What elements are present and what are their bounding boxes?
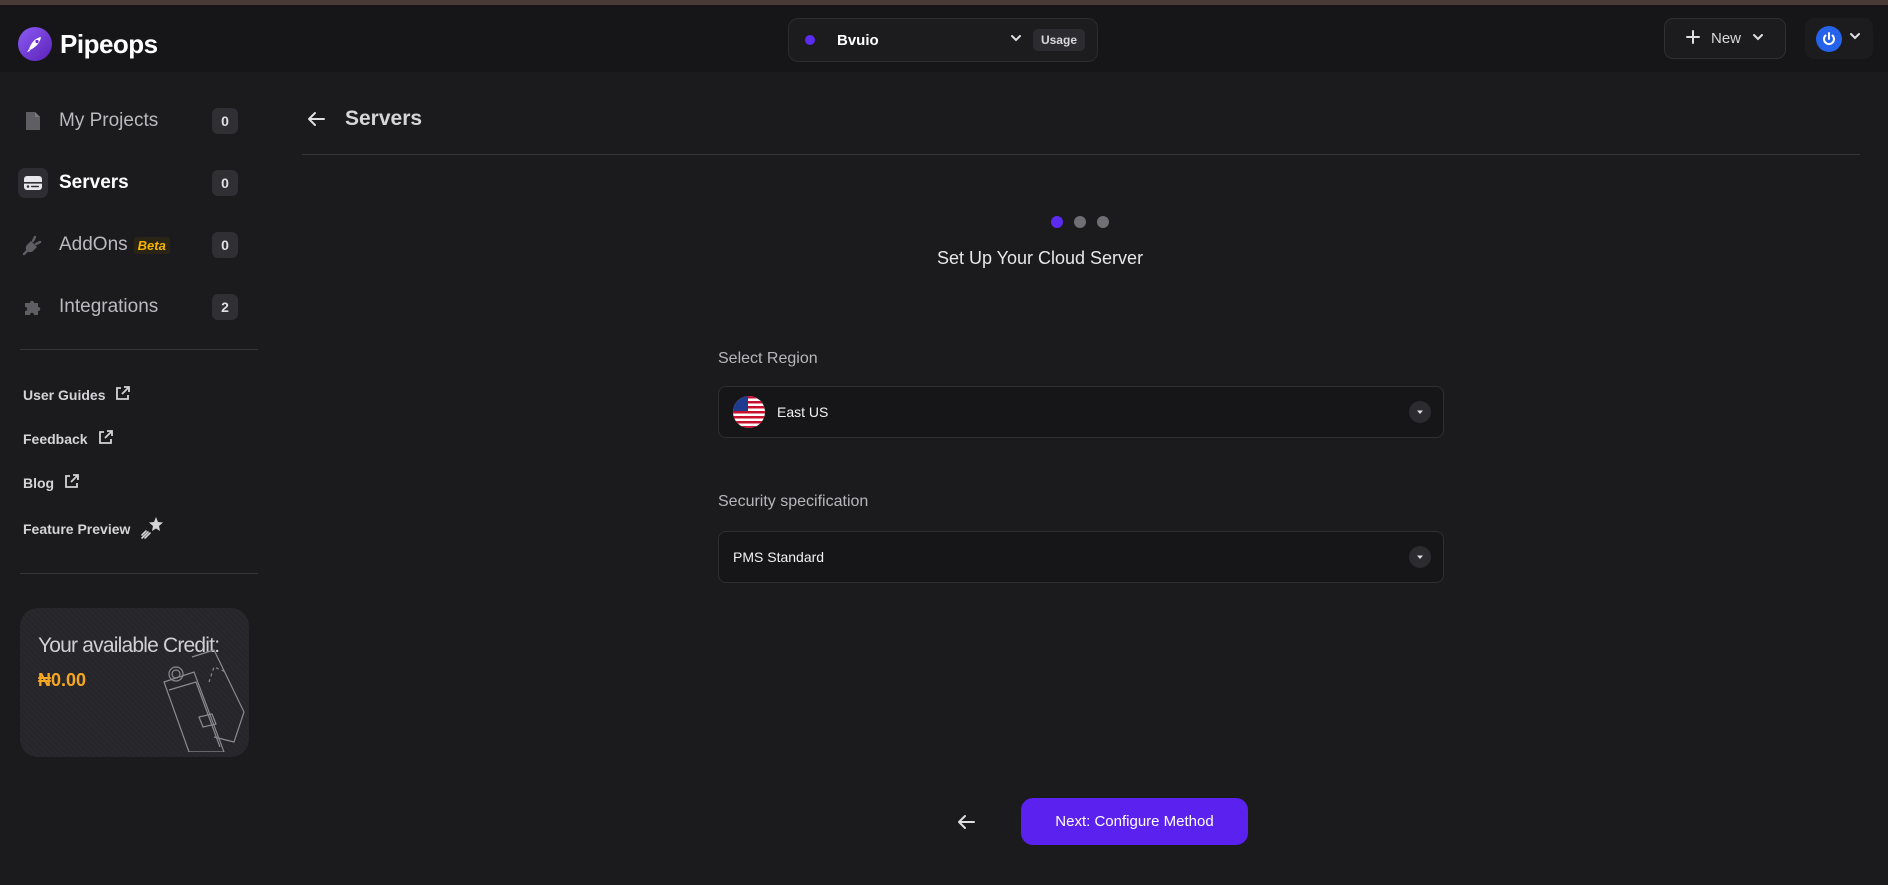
security-select[interactable]: PMS Standard	[718, 531, 1444, 583]
region-select[interactable]: East US	[718, 386, 1444, 438]
sidebar-item-addons[interactable]: AddOns Beta 0	[18, 223, 238, 267]
count-badge: 0	[212, 170, 238, 196]
chevron-down-icon[interactable]	[1009, 31, 1023, 50]
credit-value: ₦0.00	[38, 670, 87, 690]
step-dot-2	[1074, 216, 1086, 228]
back-arrow-icon[interactable]	[304, 107, 328, 131]
user-guides-label: User Guides	[23, 387, 106, 403]
usage-button[interactable]: Usage	[1032, 29, 1085, 51]
security-value: PMS Standard	[733, 549, 825, 565]
step-dot-3	[1097, 216, 1109, 228]
step-indicator	[1051, 216, 1109, 228]
rocket-icon	[18, 27, 52, 61]
step-dot-1	[1051, 216, 1063, 228]
sidebar-item-label: My Projects	[59, 110, 159, 131]
header-divider	[302, 154, 1860, 155]
caret-down-icon	[1409, 546, 1431, 568]
sidebar: My Projects 0 Servers 0 AddOns Beta 0 In…	[0, 72, 258, 885]
sidebar-item-servers[interactable]: Servers 0	[18, 161, 238, 205]
user-guides-link[interactable]: User Guides	[23, 383, 131, 407]
brand-name: Pipeops	[60, 28, 158, 59]
previous-step-icon[interactable]	[954, 810, 978, 834]
puzzle-icon	[18, 292, 48, 322]
sidebar-item-label: Servers	[59, 172, 129, 193]
feedback-link[interactable]: Feedback	[23, 427, 114, 451]
new-button-label: New	[1710, 30, 1741, 47]
blog-link[interactable]: Blog	[23, 471, 80, 495]
sidebar-item-integrations[interactable]: Integrations 2	[18, 285, 238, 329]
page-title: Servers	[345, 107, 423, 130]
feature-preview-link[interactable]: Feature Preview	[23, 515, 165, 544]
sidebar-item-label: Integrations	[59, 296, 159, 317]
account-menu-button[interactable]	[1805, 18, 1873, 59]
security-label: Security specification	[718, 493, 869, 510]
external-link-icon	[63, 473, 80, 493]
blog-label: Blog	[23, 475, 55, 491]
external-link-icon	[97, 429, 114, 449]
project-name: Bvuio	[837, 31, 879, 49]
credit-card: Your available Credit: ₦0.00	[20, 608, 249, 757]
sidebar-divider	[20, 349, 258, 350]
new-button[interactable]: New	[1664, 18, 1786, 59]
chevron-down-icon	[1751, 30, 1765, 48]
server-icon	[18, 168, 48, 198]
external-link-icon	[114, 385, 131, 405]
chevron-down-icon	[1848, 29, 1862, 48]
document-icon	[18, 106, 48, 136]
plus-icon	[1685, 29, 1701, 49]
count-badge: 2	[212, 294, 238, 320]
count-badge: 0	[212, 232, 238, 258]
us-flag-icon	[733, 396, 765, 428]
shooting-star-icon	[139, 515, 165, 544]
next-configure-method-button[interactable]: Next: Configure Method	[1021, 798, 1248, 845]
brand-logo[interactable]: Pipeops	[18, 27, 158, 61]
top-bar: Pipeops Bvuio Usage New	[0, 5, 1888, 72]
setup-title: Set Up Your Cloud Server	[936, 248, 1144, 268]
sidebar-divider	[20, 573, 258, 574]
plug-icon	[18, 230, 48, 260]
wallet-illustration-icon	[154, 642, 249, 757]
feedback-label: Feedback	[23, 431, 88, 447]
main-content: Servers Set Up Your Cloud Server Select …	[258, 72, 1888, 885]
sidebar-item-label: AddOns	[59, 234, 128, 255]
beta-badge: Beta	[133, 236, 170, 254]
feature-preview-label: Feature Preview	[23, 521, 131, 537]
project-switcher[interactable]: Bvuio Usage	[788, 18, 1098, 62]
region-value: East US	[777, 404, 829, 420]
avatar	[1816, 25, 1842, 52]
count-badge: 0	[212, 108, 238, 134]
sidebar-item-my-projects[interactable]: My Projects 0	[18, 99, 238, 143]
caret-down-icon	[1409, 401, 1431, 423]
region-label: Select Region	[718, 350, 818, 367]
project-status-dot	[805, 35, 815, 45]
